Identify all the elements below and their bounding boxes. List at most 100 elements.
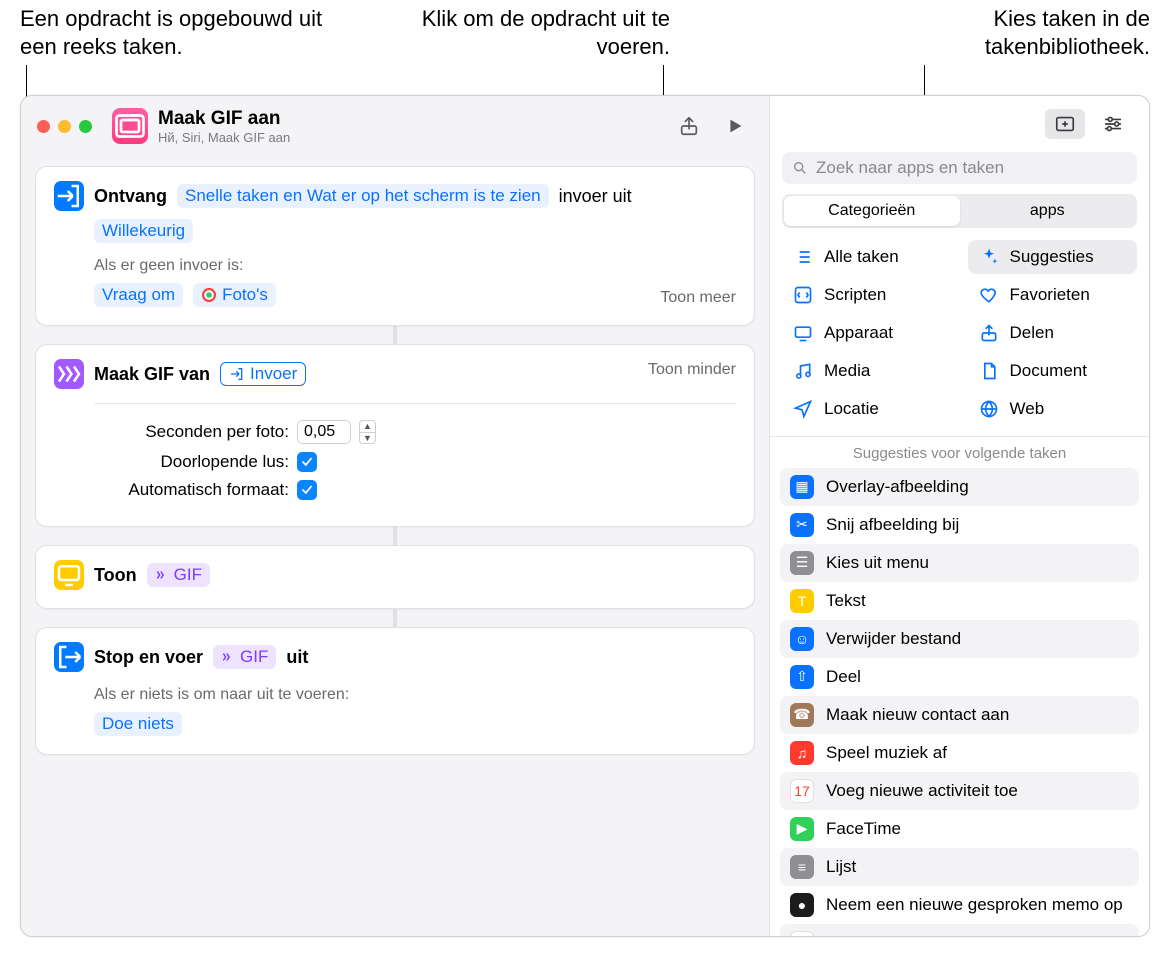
action-receive-input[interactable]: Ontvang Snelle taken en Wat er op het sc…: [35, 166, 755, 326]
step4-verb: Stop en voer: [94, 647, 203, 668]
voice-memo-icon: ●: [790, 893, 814, 917]
step4-tail: uit: [286, 647, 308, 668]
variable-gif-icon: [221, 650, 235, 664]
cat-media[interactable]: Media: [782, 354, 952, 388]
step1-tail: invoer uit: [559, 186, 632, 207]
input-variable-icon: [229, 366, 245, 382]
step1-show-more[interactable]: Toon meer: [660, 289, 736, 307]
window-controls: [37, 120, 92, 133]
action-make-gif[interactable]: Maak GIF van Invoer Toon minder Seconden…: [35, 344, 755, 527]
share-button[interactable]: [671, 111, 707, 141]
minimize-window-button[interactable]: [58, 120, 71, 133]
sugg-choose-menu[interactable]: ☰Kies uit menu: [780, 544, 1139, 582]
sugg-facetime[interactable]: ▶FaceTime: [780, 810, 1139, 848]
cat-location[interactable]: Locatie: [782, 392, 952, 426]
cat-favorites[interactable]: Favorieten: [968, 278, 1138, 312]
step1-input-token[interactable]: Snelle taken en Wat er op het scherm is …: [177, 184, 549, 208]
step1-photos-token[interactable]: Foto's: [193, 283, 276, 307]
cat-all[interactable]: Alle taken: [782, 240, 952, 274]
step4-gif-token[interactable]: GIF: [213, 645, 276, 669]
app-icon: ▦: [790, 475, 814, 499]
connector: [393, 609, 397, 627]
input-icon: [54, 181, 84, 211]
segmented-control[interactable]: Categorieën apps: [782, 194, 1137, 228]
step1-ask-token[interactable]: Vraag om: [94, 283, 183, 307]
library-toggle-button[interactable]: [1045, 109, 1085, 139]
music-app-icon: ♫: [790, 741, 814, 765]
auto-checkbox[interactable]: [297, 480, 317, 500]
sugg-new-contact[interactable]: ☎Maak nieuw contact aan: [780, 696, 1139, 734]
segment-apps[interactable]: apps: [960, 196, 1136, 226]
seconds-input[interactable]: [297, 420, 351, 444]
sugg-overlay-image[interactable]: ▦Overlay-afbeelding: [780, 468, 1139, 506]
library-panel: Categorieën apps Alle taken Suggesties S…: [769, 96, 1149, 936]
step3-gif-token[interactable]: GIF: [147, 563, 210, 587]
device-icon: [792, 322, 814, 344]
search-field[interactable]: [782, 152, 1137, 184]
connector: [393, 326, 397, 344]
sugg-new-event[interactable]: 17Voeg nieuwe activiteit toe: [780, 772, 1139, 810]
search-input[interactable]: [816, 158, 1127, 178]
cat-document[interactable]: Document: [968, 354, 1138, 388]
app-icon: T: [790, 589, 814, 613]
run-button[interactable]: [717, 111, 753, 141]
cat-web[interactable]: Web: [968, 392, 1138, 426]
sugg-select-photos[interactable]: Selecteer foto's: [780, 924, 1139, 936]
auto-label: Automatisch formaat:: [94, 480, 289, 500]
shortcut-subtitle: Hй, Siri, Maak GIF aan: [158, 130, 290, 145]
sugg-list[interactable]: ≡Lijst: [780, 848, 1139, 886]
action-show-result[interactable]: Toon GIF: [35, 545, 755, 609]
list-icon: [792, 246, 814, 268]
shortcut-title: Maak GIF aan: [158, 108, 290, 130]
seconds-stepper[interactable]: ▲ ▼: [359, 420, 376, 444]
document-icon: [978, 360, 1000, 382]
editor-canvas: Ontvang Snelle taken en Wat er op het sc…: [21, 156, 769, 936]
step4-noout-label: Als er niets is om naar uit te voeren:: [94, 686, 736, 704]
sparkle-icon: [978, 246, 1000, 268]
location-icon: [792, 398, 814, 420]
sugg-crop-image[interactable]: ✂Snij afbeelding bij: [780, 506, 1139, 544]
segment-categories[interactable]: Categorieën: [784, 196, 960, 226]
stepper-up-icon: ▲: [360, 421, 375, 433]
step1-any-token[interactable]: Willekeurig: [94, 219, 193, 243]
sugg-text[interactable]: TTekst: [780, 582, 1139, 620]
callout-tasks: Een opdracht is opgebouwd uit een reeks …: [20, 5, 350, 60]
stepper-down-icon: ▼: [360, 433, 375, 444]
calendar-icon: 17: [790, 779, 814, 803]
output-icon: [54, 642, 84, 672]
step1-noinput-label: Als er geen invoer is:: [94, 257, 736, 275]
cat-suggestions[interactable]: Suggesties: [968, 240, 1138, 274]
photos-app-icon: [790, 931, 814, 936]
script-icon: [792, 284, 814, 306]
sugg-delete-file[interactable]: ☺Verwijder bestand: [780, 620, 1139, 658]
step2-input-token[interactable]: Invoer: [220, 362, 306, 386]
music-icon: [792, 360, 814, 382]
zoom-window-button[interactable]: [79, 120, 92, 133]
search-icon: [792, 160, 808, 176]
sugg-play-music[interactable]: ♫Speel muziek af: [780, 734, 1139, 772]
action-stop-output[interactable]: Stop en voer GIF uit Als er niets is om …: [35, 627, 755, 755]
app-icon: ☰: [790, 551, 814, 575]
variable-gif-icon: [155, 568, 169, 582]
sugg-voice-memo[interactable]: ●Neem een nieuwe gesproken memo op: [780, 886, 1139, 924]
suggestions-list: ▦Overlay-afbeelding ✂Snij afbeelding bij…: [770, 468, 1149, 936]
seconds-label: Seconden per foto:: [94, 422, 289, 442]
gif-icon: [54, 359, 84, 389]
step2-show-less[interactable]: Toon minder: [648, 361, 736, 379]
finder-icon: ☺: [790, 627, 814, 651]
step1-verb: Ontvang: [94, 186, 167, 207]
share-icon: [978, 322, 1000, 344]
loop-checkbox[interactable]: [297, 452, 317, 472]
shortcut-icon: [112, 108, 148, 144]
close-window-button[interactable]: [37, 120, 50, 133]
sugg-share[interactable]: ⇧Deel: [780, 658, 1139, 696]
globe-icon: [978, 398, 1000, 420]
cat-share[interactable]: Delen: [968, 316, 1138, 350]
app-icon: ✂: [790, 513, 814, 537]
cat-scripts[interactable]: Scripten: [782, 278, 952, 312]
cat-device[interactable]: Apparaat: [782, 316, 952, 350]
step4-do-nothing[interactable]: Doe niets: [94, 712, 182, 736]
callout-library: Kies taken in de takenbibliotheek.: [870, 5, 1150, 60]
callout-run: Klik om de opdracht uit te voeren.: [370, 5, 670, 60]
settings-toggle-button[interactable]: [1093, 109, 1133, 139]
